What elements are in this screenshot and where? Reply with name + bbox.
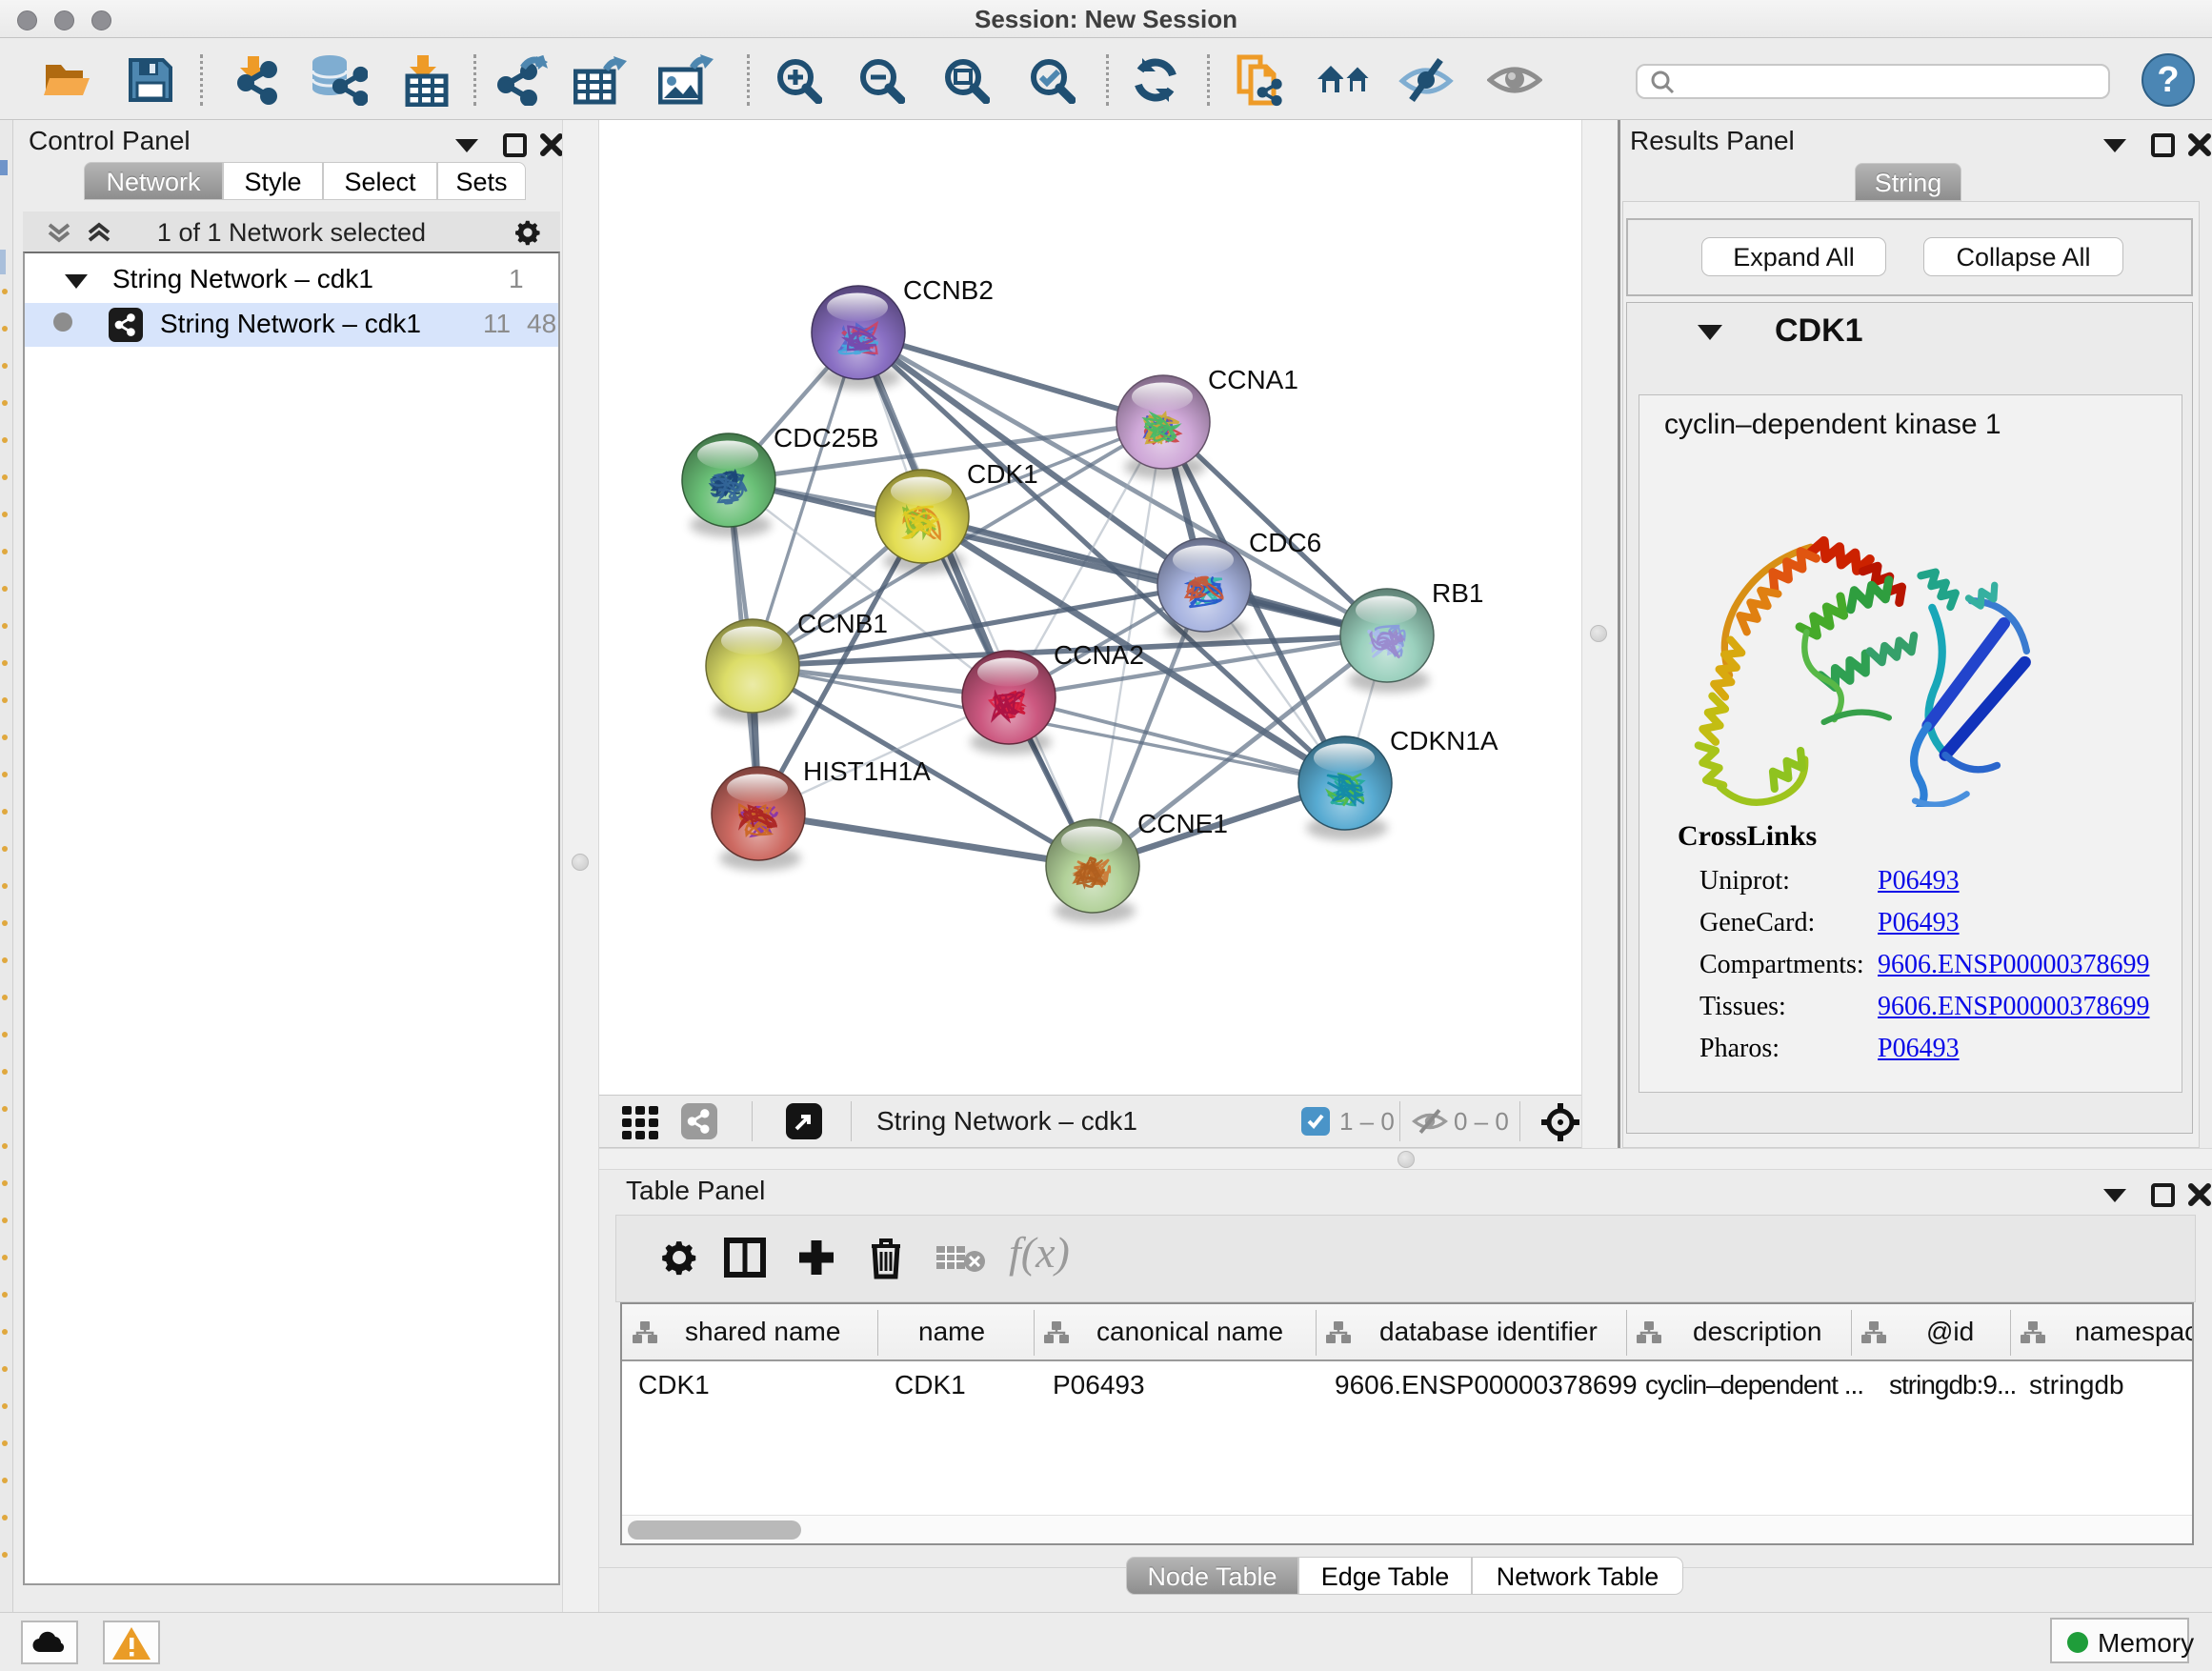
svg-text:CCNA1: CCNA1: [1208, 365, 1298, 394]
svg-text:CDC6: CDC6: [1249, 528, 1321, 557]
svg-text:CCNB1: CCNB1: [797, 609, 888, 638]
svg-text:CDC25B: CDC25B: [774, 423, 878, 453]
svg-text:CCNE1: CCNE1: [1137, 809, 1228, 838]
svg-text:?: ?: [2157, 60, 2179, 100]
svg-text:HIST1H1A: HIST1H1A: [803, 756, 931, 786]
svg-text:CCNA2: CCNA2: [1054, 640, 1144, 670]
svg-text:CDK1: CDK1: [967, 459, 1038, 489]
svg-text:RB1: RB1: [1432, 578, 1483, 608]
svg-text:CCNB2: CCNB2: [903, 275, 994, 305]
svg-text:CDKN1A: CDKN1A: [1390, 726, 1498, 755]
